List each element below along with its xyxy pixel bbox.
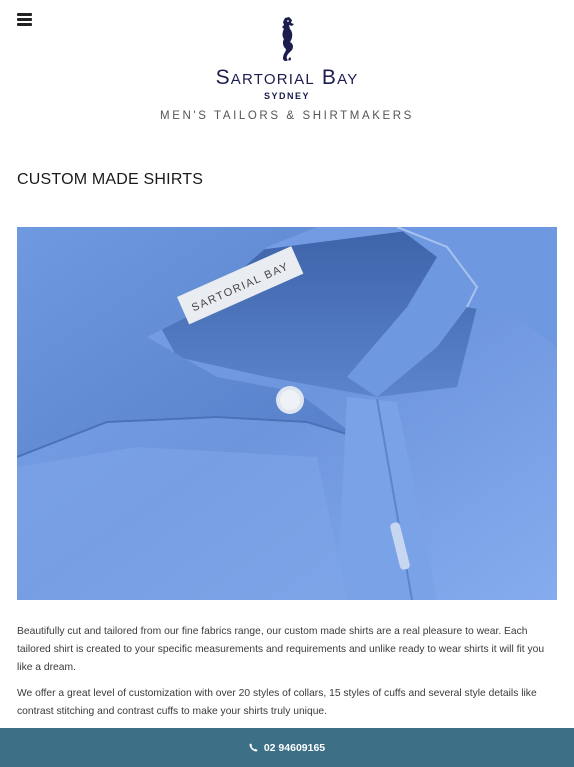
brand-tagline: MEN'S TAILORS & SHIRTMAKERS bbox=[160, 110, 414, 122]
brand-name: Sartorial Bay bbox=[215, 66, 359, 89]
hero-image-shirt-collar: SARTORIAL BAY bbox=[17, 227, 557, 600]
site-header: Sartorial Bay SYDNEY MEN'S TAILORS & SHI… bbox=[0, 0, 574, 145]
page-title: CUSTOM MADE SHIRTS bbox=[17, 171, 204, 188]
seahorse-logo-icon bbox=[282, 17, 294, 61]
phone-number: 02 94609165 bbox=[263, 741, 326, 754]
description-paragraph: We offer a great level of customization … bbox=[17, 688, 537, 717]
call-now-button[interactable]: 02 94609165 bbox=[0, 728, 574, 767]
phone-icon bbox=[249, 743, 258, 752]
shirts-description: Beautifully cut and tailored from our fi… bbox=[17, 623, 557, 729]
brand-city: SYDNEY bbox=[263, 91, 310, 101]
description-paragraph: Beautifully cut and tailored from our fi… bbox=[17, 626, 545, 673]
site-logo[interactable]: Sartorial Bay SYDNEY MEN'S TAILORS & SHI… bbox=[0, 16, 574, 122]
